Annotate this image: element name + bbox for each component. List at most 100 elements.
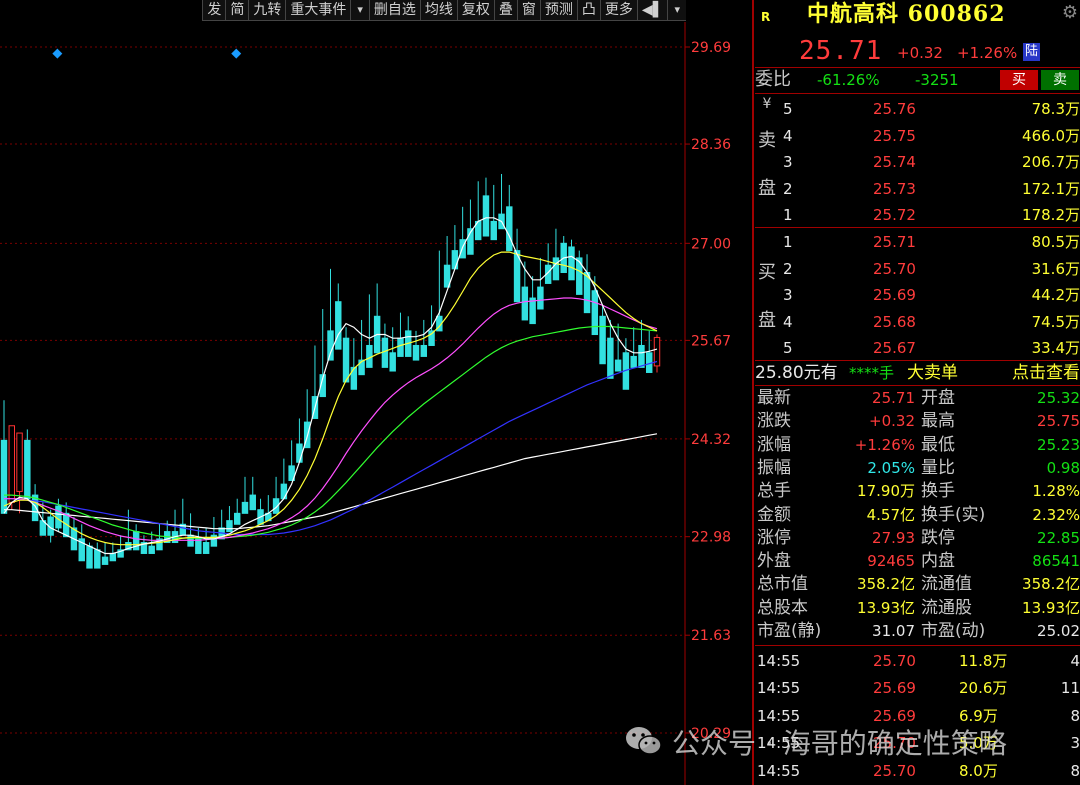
bid-row[interactable]: 1 25.71 80.5万: [755, 231, 1080, 253]
candle-body: [614, 359, 622, 372]
tick-volume: 20.6万: [959, 679, 1008, 698]
candle-body: [148, 545, 155, 554]
ask-row[interactable]: 2 25.73 172.1万: [755, 178, 1080, 200]
toolbar-button[interactable]: 凸: [576, 0, 600, 21]
stat-value: 25.75: [1037, 412, 1080, 431]
quote-panel: R 中航高科 600862 ⚙ 25.71 +0.32 +1.26% 陆 委比 …: [755, 0, 1080, 785]
candle-body: [381, 337, 389, 368]
stat-label: 内盘: [921, 551, 955, 572]
candle-body: [195, 538, 202, 554]
order-price: 25.76: [873, 100, 916, 118]
stat-value: 22.85: [1037, 528, 1080, 547]
candle-body: [342, 337, 350, 383]
kline-chart-panel[interactable]: 29.69 28.36 27.00 25.67 24.32 22.98 21.63 20.29…: [0, 0, 752, 785]
order-volume: 178.2万: [1022, 206, 1080, 224]
stat-label: 量比: [921, 457, 955, 478]
price-change-percent: +1.26%: [957, 44, 1018, 62]
bid-row[interactable]: 5 25.67 33.4万: [755, 337, 1080, 359]
candle-body: [529, 297, 536, 325]
stat-value: 31.07: [872, 622, 915, 640]
stat-value: 25.71: [872, 389, 915, 407]
ask-row[interactable]: 5 25.76 78.3万: [755, 98, 1080, 120]
big-order-price: 25.80元有: [755, 363, 838, 383]
bid-row[interactable]: 4 25.68 74.5万: [755, 311, 1080, 333]
sell-button[interactable]: 卖: [1041, 70, 1079, 90]
candle-body: [412, 344, 420, 361]
candle-body: [109, 552, 117, 562]
candle-body: [638, 344, 645, 368]
order-ratio-label: 委比: [755, 69, 791, 90]
ask-row[interactable]: 3 25.74 206.7万: [755, 151, 1080, 173]
tick-count: 3: [1070, 734, 1080, 753]
kline-chart[interactable]: 29.6928.3627.0025.6724.3222.9821.6320.29…: [0, 0, 752, 785]
tick-row: 14:55 25.70 11.8万 4: [755, 648, 1080, 675]
toolbar-button[interactable]: 简: [225, 0, 249, 21]
toolbar-button[interactable]: 九转: [248, 0, 286, 21]
tick-time: 14:55: [757, 679, 801, 698]
toolbar-button[interactable]: 重大事件: [285, 0, 351, 21]
toolbar-button[interactable]: 叠: [493, 0, 517, 21]
buy-button[interactable]: 买: [1000, 70, 1038, 90]
divider: [755, 67, 1080, 68]
price-change: +0.32: [897, 44, 943, 62]
stat-label: 涨跌: [757, 411, 791, 432]
toolbar-button[interactable]: 发: [202, 0, 226, 21]
divider: [755, 645, 1080, 646]
stat-value: 17.90万: [857, 482, 915, 501]
stat-row: 市盈(静) 31.07 市盈(动) 25.02: [755, 620, 1080, 642]
stat-value: 0.98: [1046, 458, 1080, 477]
tick-price: 25.69: [873, 679, 916, 698]
ask-row[interactable]: 1 25.72 178.2万: [755, 204, 1080, 226]
toolbar-button[interactable]: 复权: [456, 0, 494, 21]
stat-label: 涨幅: [757, 434, 791, 455]
gear-icon[interactable]: ⚙: [1062, 2, 1078, 24]
candle-body: [568, 246, 575, 281]
candle-body: [607, 337, 614, 379]
toolbar-button[interactable]: 更多: [599, 0, 637, 21]
margin-badge: R: [761, 10, 771, 24]
candle-body: [552, 257, 560, 281]
stat-value: 358.2亿: [1022, 575, 1080, 594]
y-tick-label: 22.98: [691, 530, 731, 546]
toolbar-button[interactable]: 删自选: [368, 0, 420, 21]
order-volume: 74.5万: [1031, 312, 1080, 331]
bid-row[interactable]: 3 25.69 44.2万: [755, 284, 1080, 306]
y-tick-label: 28.36: [691, 137, 731, 153]
order-price: 25.72: [873, 206, 916, 224]
ask-row[interactable]: 4 25.75 466.0万: [755, 125, 1080, 147]
tick-row: 14:55 25.69 20.6万 11: [755, 675, 1080, 702]
stat-value: +0.32: [869, 412, 915, 431]
ma120-line: [4, 433, 658, 530]
candle-body: [0, 439, 8, 514]
candle-body: [280, 483, 288, 500]
toolbar-button[interactable]: ◀▌: [636, 0, 668, 21]
toolbar-button[interactable]: 预测: [539, 0, 577, 21]
stat-value: 25.02: [1037, 622, 1080, 640]
stat-value: 92465: [867, 552, 915, 571]
big-order-row[interactable]: 25.80元有 ****手 大卖单 点击查看: [755, 362, 1080, 384]
tick-count: 8: [1070, 706, 1080, 725]
stock-name[interactable]: 中航高科 600862: [807, 0, 1006, 28]
stat-row: 总市值 358.2亿 流通值 358.2亿: [755, 573, 1080, 595]
candle-body: [397, 337, 404, 357]
toolbar-button[interactable]: ▾: [667, 0, 686, 21]
toolbar-button[interactable]: ▾: [350, 0, 369, 21]
candle-body: [16, 432, 23, 492]
stat-value: 13.93亿: [857, 598, 915, 617]
candle-body: [226, 520, 233, 533]
order-ratio-value: -61.26%: [817, 71, 880, 89]
toolbar-button[interactable]: 窗: [516, 0, 540, 21]
chart-toolbar: 发简九转 重大事件 ▾ 删自选 均线 复权叠窗预测凸更多 ◀▌ ▾: [202, 0, 686, 21]
big-order-link[interactable]: 点击查看: [1012, 362, 1080, 384]
candle-body: [296, 443, 303, 463]
candle-body: [420, 344, 428, 357]
bid-row[interactable]: 2 25.70 31.6万: [755, 258, 1080, 280]
candle-body: [599, 315, 606, 365]
candle-body: [389, 352, 396, 372]
candle-body: [327, 330, 334, 361]
candle-body: [630, 355, 637, 368]
order-level: 1: [783, 206, 793, 224]
toolbar-button[interactable]: 均线: [419, 0, 457, 21]
candle-body: [451, 250, 459, 270]
order-level: 2: [783, 179, 793, 198]
